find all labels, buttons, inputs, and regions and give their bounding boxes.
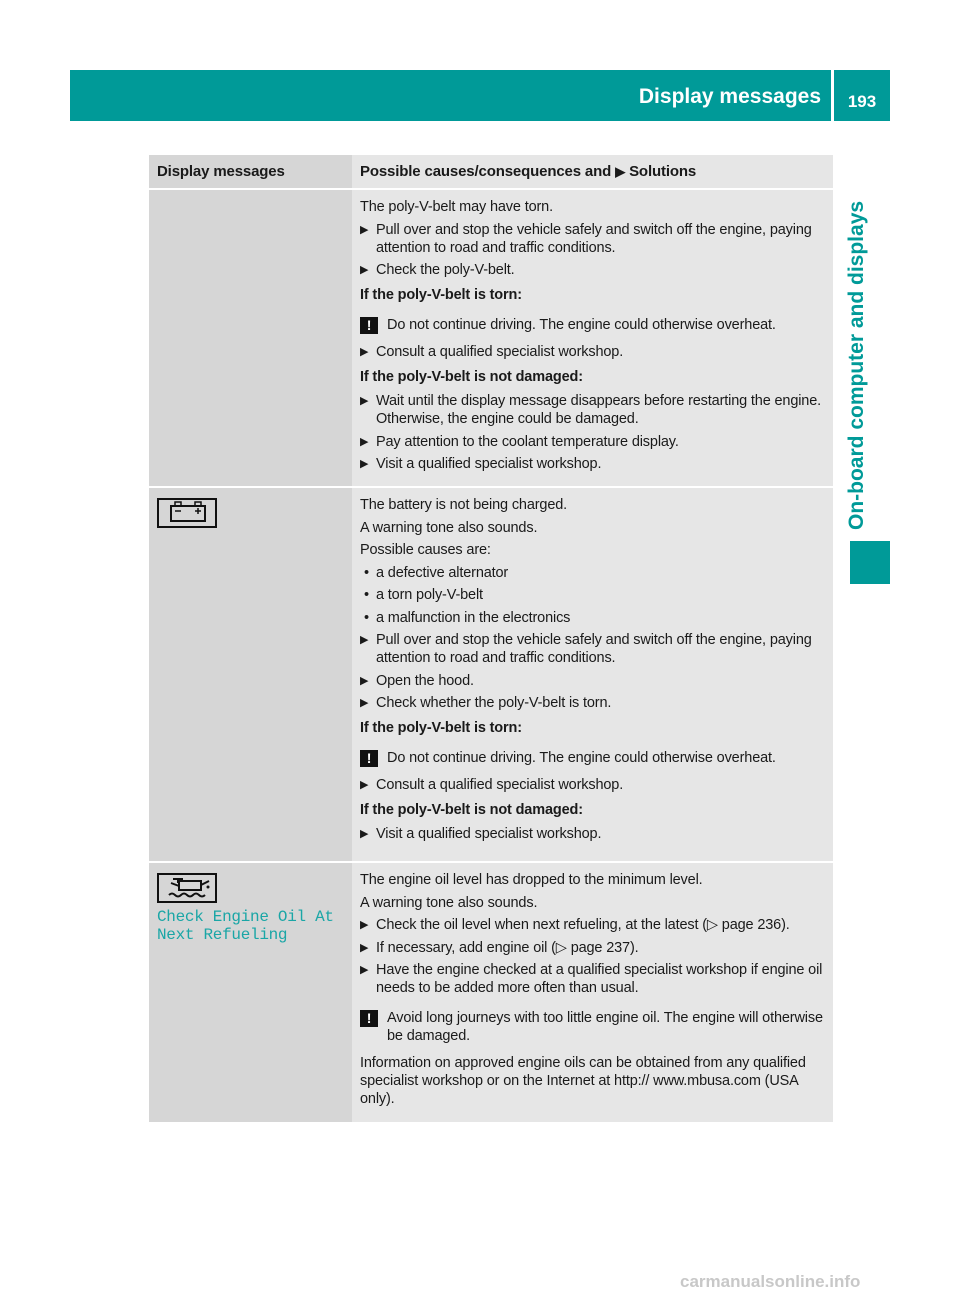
instruction: ▶ Consult a qualified specialist workshop… — [360, 776, 825, 794]
arrow-icon: ▶ — [615, 164, 626, 179]
instruction: ▶ Check the poly-V-belt. — [360, 261, 825, 279]
instruction-text: Have the engine checked at a qualified s… — [376, 962, 823, 996]
display-message-line: Check Engine Oil At — [157, 908, 334, 926]
arrow-icon: ▶ — [360, 828, 369, 840]
display-cell: Check Engine Oil At Next Refueling — [149, 861, 352, 1122]
instruction: ▶ Check the oil level when next refueling… — [360, 916, 825, 934]
text: Possible causes are: — [360, 542, 491, 558]
side-tab-label: On-board computer and displays — [845, 200, 868, 530]
table-row: The poly-V-belt may have torn. ▶ Pull ove… — [149, 188, 833, 487]
instruction-text: Wait until the display message disappear… — [376, 393, 822, 427]
text: The battery is not being charged. — [360, 497, 568, 513]
text: A warning tone also sounds. — [360, 519, 538, 536]
instruction-text: Pull over and stop the vehicle safely an… — [376, 632, 812, 666]
instruction: ▶ If necessary, add engine oil (▷ page 23… — [360, 939, 825, 957]
arrow-icon: ▶ — [360, 779, 369, 791]
table-row: The battery is not being charged. A warn… — [149, 486, 833, 862]
text: A warning tone also sounds. — [360, 894, 538, 911]
display-message-line: Next Refueling — [157, 926, 288, 944]
oil-can-icon — [157, 873, 217, 903]
table-row: Check Engine Oil At Next Refueling The en… — [149, 861, 833, 1122]
subheading: If the poly-V-belt is not damaged: — [360, 369, 583, 385]
warning: ! Do not continue driving. The engine cou… — [360, 316, 825, 334]
warning: ! Do not continue driving. The engine cou… — [360, 749, 825, 767]
arrow-icon: ▶ — [360, 697, 369, 709]
arrow-icon: ▶ — [360, 674, 369, 687]
bullet-item: • a malfunction in the electronics — [360, 609, 825, 627]
instruction: ▶ Visit a qualified specialist workshop. — [360, 825, 825, 843]
bullet-text: a defective alternator — [376, 564, 509, 581]
header-prefix: Possible causes/consequences and — [360, 163, 612, 180]
manual-page: Display messages 193 On-board computer a… — [0, 0, 960, 1302]
warning-text: Do not continue driving. The engine coul… — [387, 750, 776, 766]
instruction: ▶ Check whether the poly-V-belt is torn. — [360, 694, 825, 712]
instruction-text: Check the oil level when next refueling,… — [376, 917, 790, 933]
text: Information on approved engine oils can … — [360, 1055, 806, 1107]
bullet-item: • a defective alternator — [360, 564, 825, 582]
warning-icon: ! — [360, 1010, 378, 1027]
instruction-text: Check the poly-V-belt. — [376, 262, 515, 278]
instruction-text: Visit a qualified specialist workshop. — [376, 826, 602, 842]
page-number: 193 — [834, 70, 890, 121]
arrow-icon: ▶ — [360, 919, 369, 931]
arrow-icon: ▶ — [360, 634, 369, 646]
instruction-text: Pay attention to the coolant temperature… — [376, 433, 679, 450]
bullet-text: a malfunction in the electronics — [376, 609, 571, 626]
table-header-row: Display messages Possible causes/consequ… — [149, 155, 833, 189]
arrow-icon: ▶ — [360, 346, 369, 358]
text: The engine oil level has dropped to the … — [360, 872, 703, 888]
instruction: ▶ Consult a qualified specialist workshop… — [360, 343, 825, 361]
instruction: ▶ Pull over and stop the vehicle safely a… — [360, 631, 825, 667]
instruction-text: Consult a qualified specialist workshop. — [376, 777, 624, 793]
text: The poly-V-belt may have torn. — [360, 199, 553, 215]
bullet-item: • a torn poly-V-belt — [360, 586, 825, 604]
section-title: Display messages — [638, 85, 821, 108]
causes-cell: The engine oil level has dropped to the … — [352, 861, 833, 1122]
instruction-text: If necessary, add engine oil (▷ page 237… — [376, 939, 639, 956]
bullet-icon: • — [364, 587, 369, 603]
display-message-text: Check Engine Oil At Next Refueling — [157, 908, 344, 944]
battery-icon — [157, 498, 217, 528]
display-cell — [149, 486, 352, 862]
arrow-icon: ▶ — [360, 964, 369, 976]
warning-text: Do not continue driving. The engine coul… — [387, 317, 776, 333]
warning: ! Avoid long journeys with too little eng… — [360, 1009, 825, 1045]
instruction: ▶ Visit a qualified specialist workshop. — [360, 455, 825, 473]
header-suffix: Solutions — [629, 163, 697, 180]
instruction-text: Pull over and stop the vehicle safely an… — [376, 221, 812, 256]
bullet-text: a torn poly-V-belt — [376, 587, 483, 603]
arrow-icon: ▶ — [360, 458, 369, 470]
instruction-text: Consult a qualified specialist workshop. — [376, 344, 624, 360]
warning-text: Avoid long journeys with too little engi… — [387, 1010, 823, 1044]
arrow-icon: ▶ — [360, 435, 369, 448]
arrow-icon: ▶ — [360, 223, 369, 236]
header-bar: Display messages — [70, 70, 831, 121]
column-header-causes: Possible causes/consequences and ▶ Solut… — [352, 155, 833, 189]
instruction: ▶ Pay attention to the coolant temperatur… — [360, 433, 825, 451]
subheading: If the poly-V-belt is torn: — [360, 287, 522, 303]
arrow-icon: ▶ — [360, 264, 369, 276]
instruction-text: Open the hood. — [376, 672, 474, 689]
side-tab-marker — [850, 541, 890, 584]
subheading: If the poly-V-belt is torn: — [360, 720, 522, 736]
instruction: ▶ Have the engine checked at a qualified … — [360, 961, 825, 997]
display-cell — [149, 188, 352, 487]
watermark: carmanualsonline.info — [680, 1272, 861, 1291]
subheading: If the poly-V-belt is not damaged: — [360, 802, 583, 818]
bullet-icon: • — [364, 609, 369, 626]
bullet-icon: • — [364, 564, 369, 581]
column-header-display-messages: Display messages — [149, 155, 352, 189]
warning-icon: ! — [360, 750, 378, 767]
instruction: ▶ Open the hood. — [360, 672, 825, 690]
arrow-icon: ▶ — [360, 395, 369, 407]
arrow-icon: ▶ — [360, 941, 369, 954]
instruction: ▶ Wait until the display message disappea… — [360, 392, 825, 428]
instruction-text: Check whether the poly-V-belt is torn. — [376, 695, 612, 711]
warning-icon: ! — [360, 317, 378, 334]
display-messages-table: Display messages Possible causes/consequ… — [149, 155, 833, 1122]
causes-cell: The poly-V-belt may have torn. ▶ Pull ove… — [352, 188, 833, 487]
instruction: ▶ Pull over and stop the vehicle safely a… — [360, 221, 825, 257]
instruction-text: Visit a qualified specialist workshop. — [376, 456, 602, 472]
causes-cell: The battery is not being charged. A warn… — [352, 486, 833, 862]
